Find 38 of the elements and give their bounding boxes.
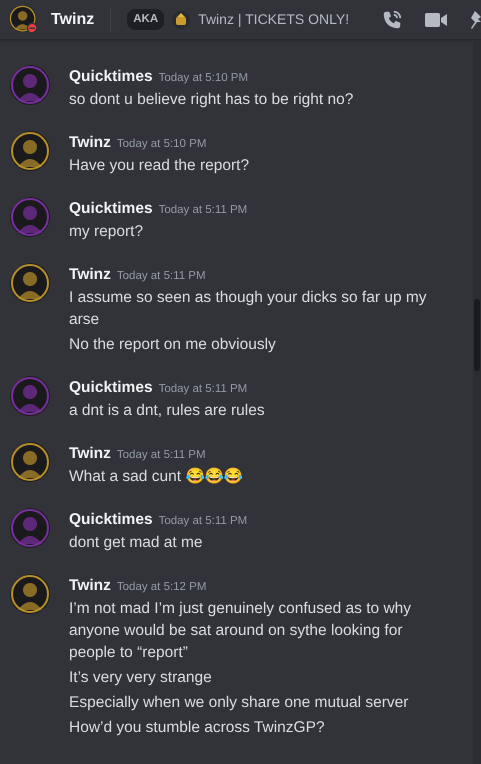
scrollbar[interactable] [473,41,481,764]
message-text: I assume so seen as though your dicks so far up my arse [69,288,428,330]
pin-icon[interactable] [469,8,481,30]
timestamp: Today at 5:10 PM [158,72,248,84]
message-text: I’m not mad I’m just genuinely confused as to why anyone would be sat around on sythe looking for people to “report” [69,599,412,663]
video-icon[interactable] [425,12,447,28]
timestamp: Today at 5:11 PM [158,204,248,216]
author-name[interactable]: Quicktimes [69,379,153,396]
nickname: Twinz | TICKETS ONLY! [198,10,350,29]
timestamp: Today at 5:10 PM [116,138,206,150]
timestamp: Today at 5:11 PM [158,383,248,395]
message-text: a dnt is a dnt, rules are rules [69,401,266,421]
message-text: so dont u believe right has to be right no? [69,90,354,110]
avatar[interactable] [9,4,39,34]
author-name[interactable]: Twinz [69,445,111,462]
server-icon [172,10,190,28]
message-text: Especially when we only share one mutual server [69,693,410,713]
timestamp: Today at 5:11 PM [116,270,206,282]
call-icon[interactable] [381,8,403,30]
author-name[interactable]: Quicktimes [69,511,153,528]
timestamp: Today at 5:12 PM [116,581,206,593]
user-name: Twinz [51,10,94,30]
timestamp: Today at 5:11 PM [116,449,206,461]
scrollbar-thumb[interactable] [474,299,480,371]
author-name[interactable]: Quicktimes [69,68,153,85]
message-text: How’d you stumble across TwinzGP? [69,718,326,738]
message-text: It’s very very strange [69,668,213,688]
message-text: dont get mad at me [69,533,204,553]
aka-tag: AKA [127,8,164,30]
author-name[interactable]: Twinz [69,577,111,594]
message-text: No the report on me obviously [69,335,277,355]
author-name[interactable]: Twinz [69,134,111,151]
author-name[interactable]: Twinz [69,266,111,283]
message-text: What a sad cunt 😂😂😂 [69,466,244,487]
author-name[interactable]: Quicktimes [69,200,153,217]
message-text: my report? [69,222,144,242]
message-text: Have you read the report? [69,156,250,176]
timestamp: Today at 5:11 PM [158,515,248,527]
